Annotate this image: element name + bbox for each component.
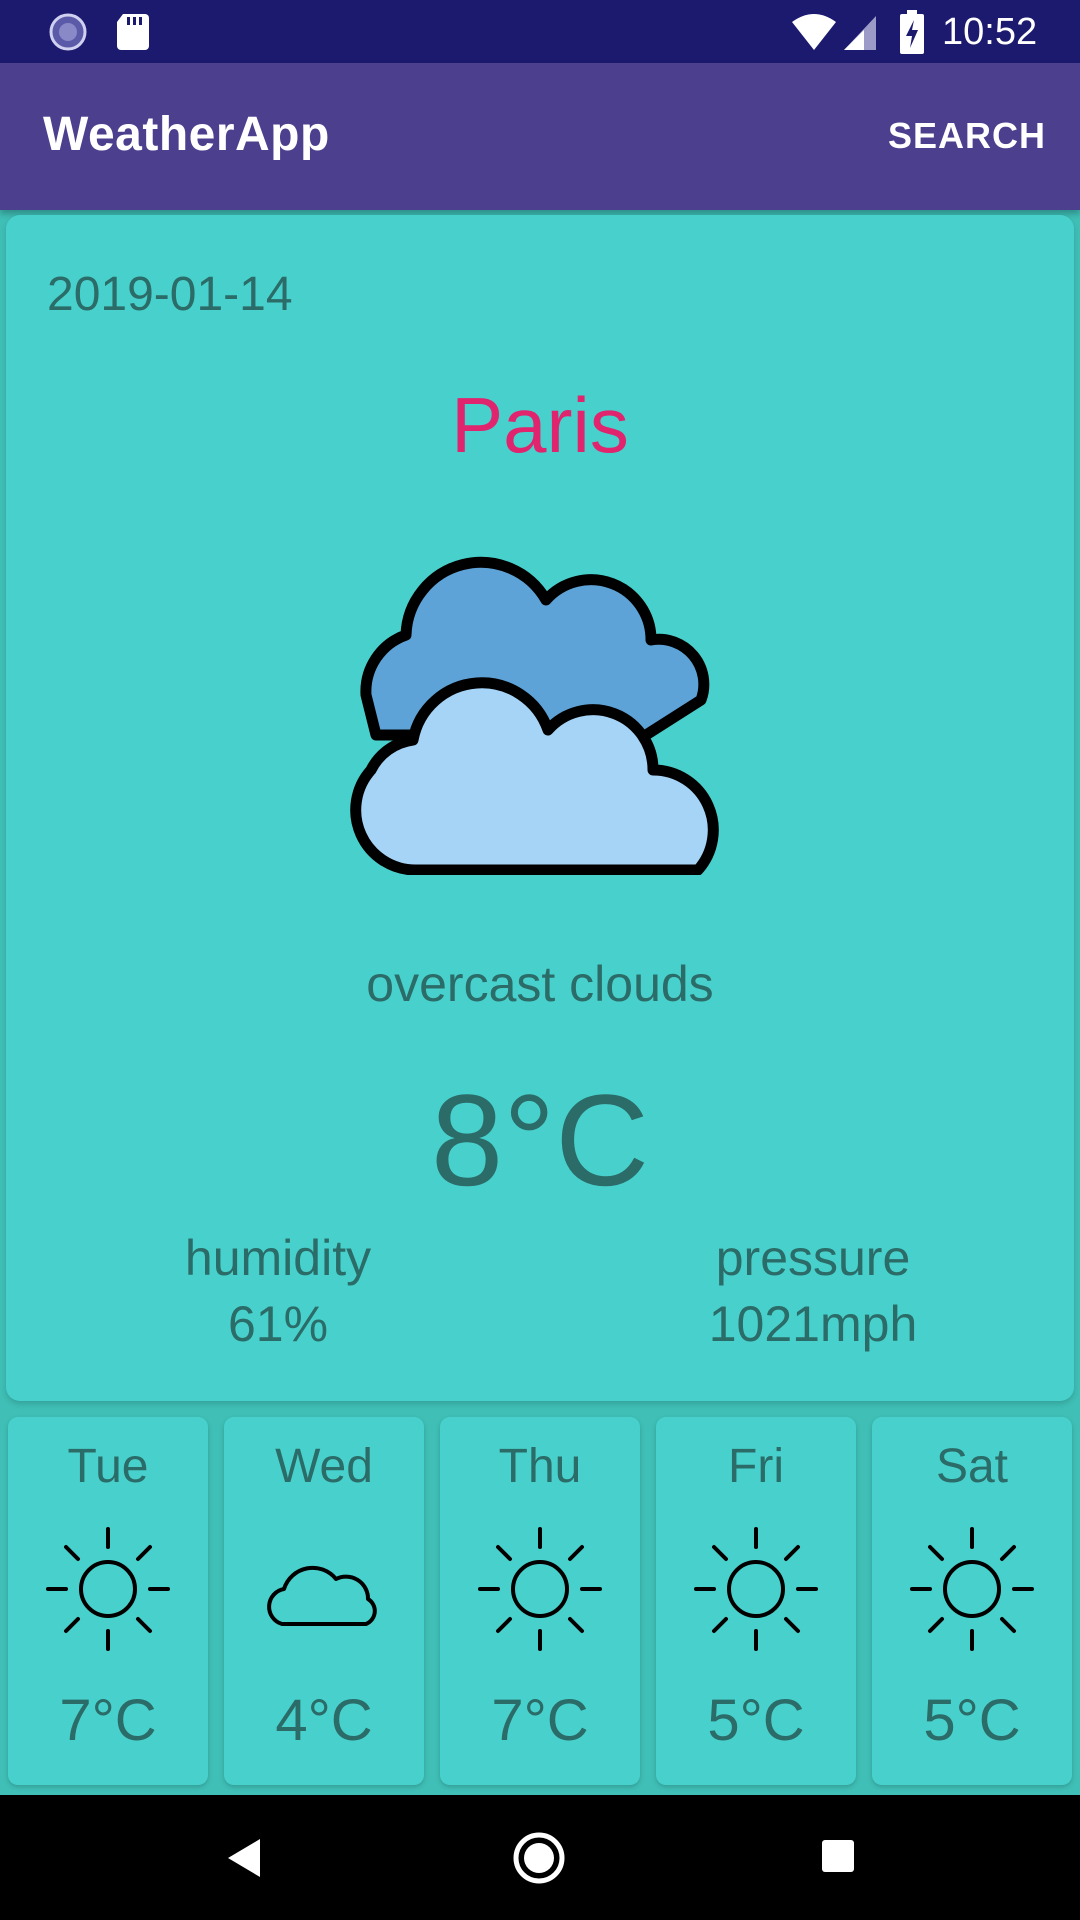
sd-card-icon (117, 14, 149, 50)
app-title: WeatherApp (43, 108, 330, 161)
app-bar: WeatherApp SEARCH (0, 63, 1080, 210)
forecast-card-thu[interactable]: Thu 7°C (440, 1417, 640, 1785)
humidity-value: 61% (227, 1296, 329, 1352)
forecast-day: Thu (498, 1440, 582, 1493)
forecast-card-sat[interactable]: Sat 5°C (872, 1417, 1072, 1785)
forecast-day: Wed (275, 1440, 373, 1493)
wifi-icon (792, 14, 836, 50)
sun-icon (478, 1527, 602, 1651)
weather-date: 2019-01-14 (47, 268, 293, 321)
overcast-clouds-icon (350, 556, 719, 875)
search-button[interactable]: SEARCH (888, 115, 1046, 157)
battery-charging-icon (900, 10, 924, 54)
forecast-card-fri[interactable]: Fri 5°C (656, 1417, 856, 1785)
clock-time: 10:52 (942, 11, 1038, 53)
navigation-bar (0, 1795, 1080, 1920)
forecast-temp: 5°C (923, 1688, 1021, 1753)
cloud-icon (267, 1565, 377, 1626)
current-weather-card: 2019-01-14 Paris overcast clouds 8°C hum… (6, 215, 1074, 1401)
pressure-stat: pressure 1021mph (633, 1225, 993, 1357)
status-bar: 10:52 (0, 0, 1080, 63)
forecast-card-tue[interactable]: Tue 7°C (8, 1417, 208, 1785)
weather-description: overcast clouds (366, 956, 714, 1012)
home-icon[interactable] (512, 1831, 566, 1885)
sync-icon (49, 13, 87, 51)
forecast-temp: 7°C (59, 1688, 157, 1753)
forecast-card-wed[interactable]: Wed 4°C (224, 1417, 424, 1785)
sun-icon (694, 1527, 818, 1651)
forecast-day: Fri (728, 1440, 784, 1493)
sun-icon (46, 1527, 170, 1651)
forecast-day: Sat (935, 1440, 1009, 1493)
pressure-label: pressure (715, 1230, 911, 1286)
recents-icon[interactable] (820, 1838, 856, 1874)
pressure-value: 1021mph (708, 1296, 918, 1352)
back-icon[interactable] (220, 1833, 270, 1883)
forecast-day: Tue (67, 1440, 149, 1493)
forecast-temp: 5°C (707, 1688, 805, 1753)
cell-signal-icon (844, 16, 876, 50)
city-name: Paris (451, 381, 629, 469)
current-temperature: 8°C (430, 1067, 650, 1213)
forecast-temp: 7°C (491, 1688, 589, 1753)
humidity-stat: humidity 61% (98, 1225, 458, 1357)
sun-icon (910, 1527, 1034, 1651)
forecast-temp: 4°C (275, 1688, 373, 1753)
forecast-list: Tue 7°C Wed 4°C Thu 7°C Fri 5°C Sat 5°C (8, 1417, 1072, 1785)
humidity-label: humidity (184, 1230, 372, 1286)
